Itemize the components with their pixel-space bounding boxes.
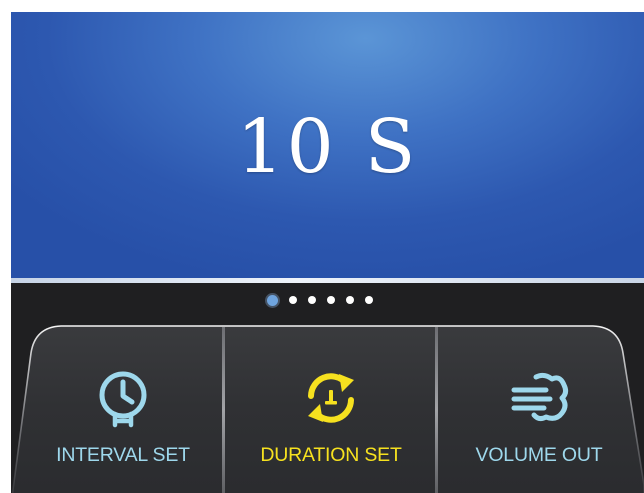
- air-flow-icon: [511, 372, 569, 422]
- volume-out-label: VOLUME OUT: [475, 444, 603, 466]
- page-dot[interactable]: [267, 294, 278, 306]
- duration-set-label: DURATION SET: [260, 444, 402, 466]
- button-panel: INTERVAL SET DURATION SET VOLUME OUT: [11, 315, 644, 493]
- display-unit: S: [364, 104, 419, 190]
- interval-set-label: INTERVAL SET: [56, 444, 190, 466]
- display-value: 10: [236, 104, 337, 190]
- page-indicator: [267, 293, 373, 307]
- display-readout: 10 S: [11, 110, 644, 184]
- page-dot[interactable]: [308, 296, 316, 304]
- clock-timer-icon: [99, 371, 147, 428]
- page-dot[interactable]: [289, 296, 297, 304]
- interval-set-button[interactable]: INTERVAL SET: [23, 315, 223, 493]
- refresh-cycle-icon: [308, 373, 354, 423]
- page-dot[interactable]: [346, 296, 354, 304]
- display-divider: [11, 278, 644, 283]
- display-screen: 10 S: [11, 12, 644, 279]
- duration-set-button[interactable]: DURATION SET: [231, 315, 431, 493]
- page-dot[interactable]: [327, 296, 335, 304]
- volume-out-button[interactable]: VOLUME OUT: [439, 315, 639, 493]
- control-device: 10 S INTERVAL SET DURATION SET VOLUME OU…: [11, 12, 644, 493]
- page-dot[interactable]: [365, 296, 373, 304]
